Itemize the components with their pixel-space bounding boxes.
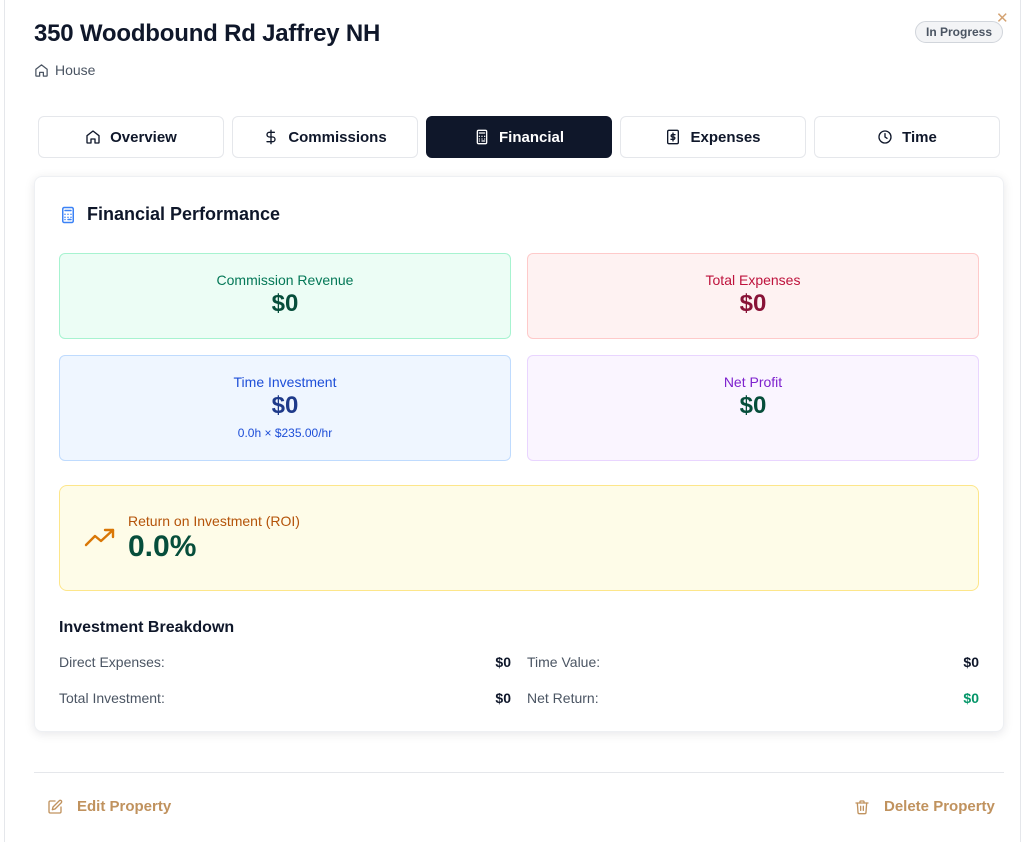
footer-divider [34, 772, 1004, 773]
home-icon [35, 63, 48, 77]
breakdown-title: Investment Breakdown [59, 619, 235, 636]
tab-time[interactable]: Time [814, 116, 1000, 158]
net-profit-card: Net Profit $0 [527, 355, 979, 461]
breakdown-row-net-return: Net Return: $0 [527, 690, 979, 706]
breakdown-label: Time Value: [527, 654, 601, 670]
breakdown-value: $0 [963, 690, 979, 706]
close-icon[interactable]: ✕ [996, 10, 1009, 27]
breakdown-label: Total Investment: [59, 690, 165, 706]
metric-detail: 0.0h × $235.00/hr [237, 426, 333, 440]
metric-value: $0 [739, 290, 767, 317]
tab-financial[interactable]: Financial [426, 116, 612, 158]
roi-card: Return on Investment (ROI) 0.0% [59, 485, 979, 591]
trending-up-icon [84, 528, 115, 547]
metric-label: Net Profit [723, 374, 783, 390]
tab-commissions[interactable]: Commissions [232, 116, 418, 158]
card-title-text: Financial Performance [87, 204, 281, 224]
calculator-icon [476, 129, 488, 145]
receipt-icon [667, 129, 680, 145]
metric-value: $0 [271, 392, 299, 419]
metric-value: $0 [271, 290, 299, 317]
tab-label: Commissions [288, 128, 387, 146]
roi-value: 0.0% [128, 530, 197, 563]
property-type: House [34, 62, 95, 78]
edit-icon [48, 799, 63, 814]
breakdown-value: $0 [495, 654, 511, 670]
clock-icon [878, 130, 892, 144]
edit-property-label: Edit Property [77, 798, 172, 815]
commission-revenue-card: Commission Revenue $0 [59, 253, 511, 339]
tab-bar: Overview Commissions Financial Expenses … [38, 116, 1000, 158]
breakdown-row-total-investment: Total Investment: $0 [59, 690, 511, 706]
status-badge: In Progress [915, 21, 1004, 43]
close-button[interactable]: ✕ [996, 11, 1009, 26]
card-title: Financial Performance [59, 204, 280, 225]
tab-expenses[interactable]: Expenses [620, 116, 806, 158]
tab-overview[interactable]: Overview [38, 116, 224, 158]
trash-icon [855, 799, 869, 814]
breakdown-value: $0 [963, 654, 979, 670]
total-expenses-card: Total Expenses $0 [527, 253, 979, 339]
tab-label: Time [902, 128, 937, 146]
metric-label: Total Expenses [705, 272, 801, 288]
metric-value: $0 [739, 392, 767, 419]
delete-property-button[interactable]: Delete Property [854, 798, 995, 815]
dollar-icon [266, 129, 276, 145]
home-icon [86, 130, 100, 144]
calculator-icon [62, 206, 74, 223]
property-type-label: House [55, 62, 96, 78]
tab-label: Financial [498, 128, 565, 146]
metric-label: Commission Revenue [216, 272, 354, 288]
tab-label: Overview [110, 128, 177, 146]
breakdown-value: $0 [495, 690, 511, 706]
delete-property-label: Delete Property [884, 798, 995, 815]
edit-property-button[interactable]: Edit Property [47, 798, 171, 815]
metric-label: Time Investment [233, 374, 337, 390]
tab-label: Expenses [690, 128, 761, 146]
financial-performance-card: Financial Performance Commission Revenue… [34, 176, 1004, 732]
breakdown-label: Net Return: [527, 690, 599, 706]
property-title: 350 Woodbound Rd Jaffrey NH [34, 20, 381, 47]
roi-label: Return on Investment (ROI) [128, 513, 300, 529]
property-modal: 350 Woodbound Rd Jaffrey NH House In Pro… [4, 0, 1021, 842]
breakdown-row-time-value: Time Value: $0 [527, 654, 979, 670]
breakdown-label: Direct Expenses: [59, 654, 165, 670]
breakdown-row-direct-expenses: Direct Expenses: $0 [59, 654, 511, 670]
time-investment-card: Time Investment $0 0.0h × $235.00/hr [59, 355, 511, 461]
